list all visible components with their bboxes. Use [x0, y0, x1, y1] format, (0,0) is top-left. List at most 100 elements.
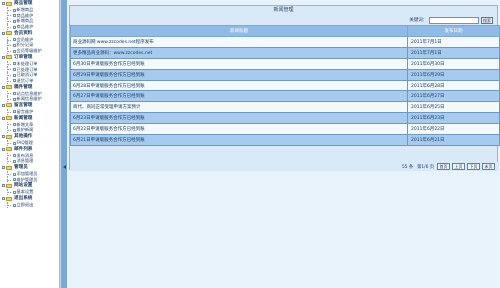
collapse-toggle-icon[interactable] — [2, 2, 5, 5]
folder-icon — [6, 55, 12, 60]
pagination: 55 条 第1/6 页 首页 上页 下页 末页 — [70, 162, 499, 171]
collapse-arrow-icon[interactable] — [62, 165, 66, 169]
menu-item[interactable]: 新闻信息维护 — [0, 96, 59, 102]
table-row[interactable]: 更多精品商业源码：www.zzcodes.net 2011年7月1日 — [70, 46, 500, 59]
collapse-toggle-icon[interactable] — [2, 184, 5, 188]
table-row[interactable]: 商业源码网 www.zzcodes.net程序发布 2011年7月1日 — [70, 36, 500, 48]
collapse-toggle-icon[interactable] — [2, 147, 5, 151]
menu-group-label: 管理员 — [14, 165, 28, 171]
news-title-cell[interactable]: 商代、商同正常受理申请方案预计 — [70, 101, 408, 114]
news-date-cell: 2011年6月27日 — [407, 90, 500, 103]
table-row[interactable]: 6月29日申请版服务合作方已经到账 2011年6月29日 — [70, 68, 500, 81]
page-icon — [13, 154, 16, 158]
news-title-cell[interactable]: 6月23日申请版服务合作方已经到账 — [70, 112, 408, 125]
menu-item-label: 留言维护 — [16, 108, 34, 114]
menu-item[interactable]: 留言维护 — [0, 108, 59, 115]
page-icon — [13, 43, 16, 47]
news-title-cell[interactable]: 6月29日申请版服务合作方已经到账 — [70, 68, 408, 81]
page-icon — [13, 25, 16, 29]
menu-item-label: 新增商品 — [16, 18, 34, 24]
news-date-cell: 2011年6月30日 — [407, 57, 500, 70]
menu-group-title[interactable]: 邮件列表 — [0, 146, 59, 153]
menu-item[interactable]: 会员等级维护 — [0, 48, 59, 54]
news-title-cell[interactable]: 6月21日申请版服务合作方已经到账 — [70, 134, 408, 146]
menu-item-label: 已处理订单 — [16, 66, 38, 72]
menu-item[interactable]: 立即退出 — [0, 202, 59, 208]
menu-group-title[interactable]: 新闻管理 — [0, 115, 59, 122]
collapse-toggle-icon[interactable] — [2, 197, 5, 201]
column-header-title: 新闻标题 — [70, 25, 408, 37]
news-title-cell[interactable]: 6月30日申请版服务合作方已经到账 — [70, 57, 408, 70]
folder-icon — [6, 134, 12, 139]
menu-group-title[interactable]: 其他操作 — [0, 133, 59, 140]
news-date-cell: 2011年6月22日 — [407, 123, 500, 136]
menu-item-label: FAQ管理 — [16, 140, 34, 145]
menu-item-label: 站点信息维护 — [16, 90, 42, 96]
menu-group-title[interactable]: 商品管理 — [0, 0, 59, 7]
menu-group-title[interactable]: 留言管理 — [0, 102, 59, 109]
table-row[interactable]: 6月30日申请版服务合作方已经到账 2011年6月30日 — [70, 57, 500, 70]
table-row[interactable]: 6月22日申请版服务合作方已经到账 2011年6月22日 — [70, 123, 500, 136]
table-row[interactable]: 6月21日申请版服务合作方已经到账 2011年6月21日 — [70, 134, 500, 146]
table-header-row: 新闻标题 发布日期 — [70, 25, 500, 37]
table-row[interactable]: 6月23日申请版服务合作方已经到账 2011年6月23日 — [70, 112, 500, 125]
last-page-button[interactable]: 末页 — [482, 163, 495, 170]
news-title-cell[interactable]: 6月27日申请版服务合作方已经到账 — [70, 90, 408, 103]
news-title-cell[interactable]: 商业源码网 www.zzcodes.net程序发布 — [70, 36, 408, 48]
menu-item[interactable]: 商品维护 — [0, 24, 59, 30]
menu-item[interactable]: 退货订单 — [0, 77, 59, 84]
news-title-cell[interactable]: 6月28日申请版服务合作方已经到账 — [70, 79, 408, 92]
menu-group-label: 邮件列表 — [14, 146, 33, 152]
menu-item[interactable]: 消息管理 — [0, 158, 59, 164]
menu-item[interactable]: 维护管理员 — [0, 176, 59, 183]
menu-group-title[interactable]: 稿件管理 — [0, 84, 59, 91]
news-date-cell: 2011年6月21日 — [407, 134, 500, 146]
table-row[interactable]: 6月27日申请版服务合作方已经到账 2011年6月27日 — [70, 90, 500, 103]
menu-item[interactable]: 基本设置 — [0, 189, 59, 195]
first-page-button[interactable]: 首页 — [437, 163, 450, 170]
page-icon — [13, 79, 16, 83]
news-title-cell[interactable]: 更多精品商业源码：www.zzcodes.net — [70, 46, 408, 59]
table-row[interactable]: 商代、商同正常受理申请方案预计 2011年6月25日 — [70, 101, 500, 114]
search-button[interactable]: 搜索 — [481, 16, 493, 24]
collapse-toggle-icon[interactable] — [2, 166, 5, 170]
menu-item[interactable]: 维护新闻 — [0, 127, 59, 133]
menu-group-title[interactable]: 会员资料 — [0, 30, 59, 37]
page-icon — [13, 49, 16, 53]
sidebar-splitter[interactable] — [60, 0, 67, 288]
next-page-button[interactable]: 下页 — [467, 163, 480, 170]
folder-icon — [6, 183, 12, 188]
menu-group: 商品管理 新增商品 商品维护 新增商品 商品维护 — [0, 0, 59, 30]
menu-group: 邮件列表 发布消息 消息管理 — [0, 146, 59, 164]
collapse-toggle-icon[interactable] — [2, 31, 5, 35]
menu-group-label: 订单管理 — [14, 54, 33, 60]
folder-icon — [6, 85, 12, 90]
menu-item-label: 新增商品 — [16, 7, 34, 12]
menu-item-label: 发布消息 — [16, 152, 34, 158]
menu-group: 新闻管理 新增文章 维护新闻 — [0, 115, 59, 133]
menu-group: 会员资料 会员维护 积分记录 会员等级维护 — [0, 30, 59, 54]
menu-group-title[interactable]: 订单管理 — [0, 54, 59, 61]
menu-group: 其他操作 FAQ管理 — [0, 133, 59, 146]
collapse-toggle-icon[interactable] — [2, 116, 5, 120]
collapse-toggle-icon[interactable] — [2, 85, 5, 89]
prev-page-button[interactable]: 上页 — [452, 163, 465, 170]
page-icon — [13, 14, 16, 18]
menu-item-label: 退货订单 — [16, 77, 34, 83]
collapse-toggle-icon[interactable] — [2, 135, 5, 138]
news-management-panel: 新闻管理 关键词： 搜索 新闻标题 发布日期 商业源码网 www.zzcodes… — [69, 5, 500, 171]
collapse-toggle-icon[interactable] — [2, 103, 5, 107]
collapse-toggle-icon[interactable] — [2, 55, 5, 59]
search-input[interactable] — [429, 16, 479, 24]
table-row[interactable]: 6月28日申请版服务合作方已经到账 2011年6月28日 — [70, 79, 500, 92]
news-date-cell: 2011年7月1日 — [407, 46, 500, 59]
page-icon — [13, 38, 16, 42]
news-title-cell[interactable]: 6月22日申请版服务合作方已经到账 — [70, 123, 408, 136]
menu-item-label: 立即退出 — [16, 202, 34, 208]
menu-group-title[interactable]: 管理员 — [0, 164, 59, 171]
page-icon — [13, 97, 16, 101]
menu-group-label: 留言管理 — [14, 102, 33, 108]
menu-item-label: 维护管理员 — [16, 176, 38, 182]
menu-item[interactable]: FAQ管理 — [0, 140, 59, 146]
page-icon — [13, 203, 16, 207]
